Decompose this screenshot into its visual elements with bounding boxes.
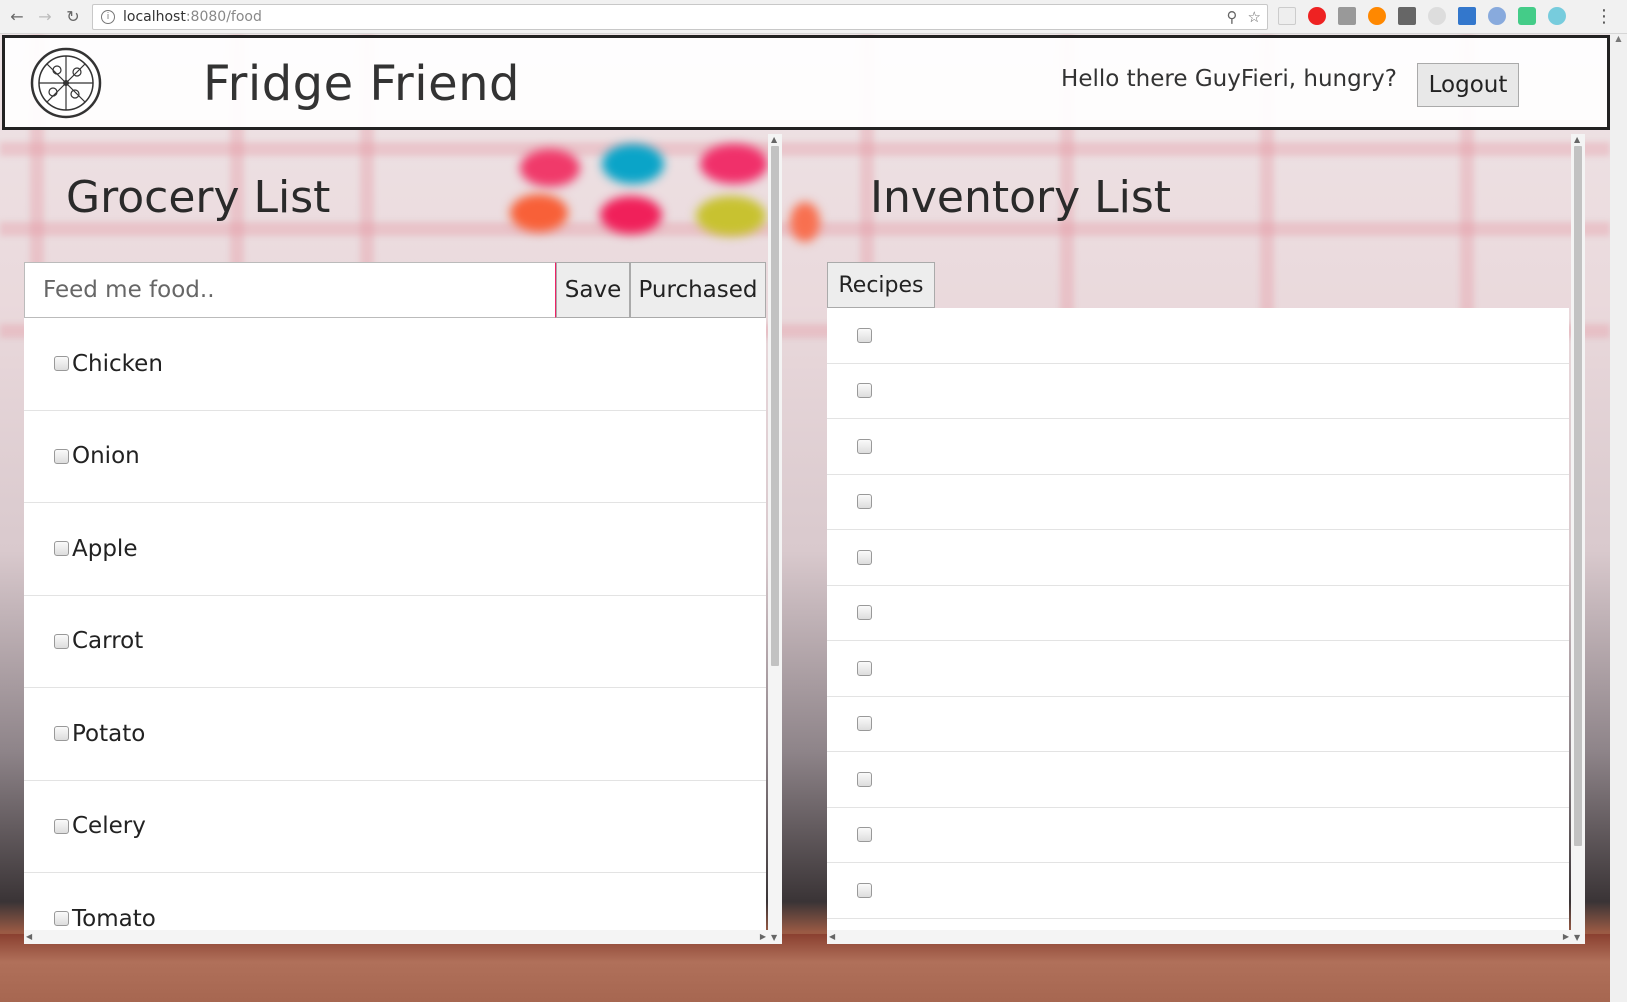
- recipes-button[interactable]: Recipes: [827, 262, 935, 308]
- extension-icons: [1278, 7, 1566, 25]
- inventory-list: [827, 308, 1569, 944]
- scrollbar-thumb[interactable]: [771, 146, 779, 666]
- extension-icon[interactable]: [1458, 7, 1476, 25]
- page-scrollbar[interactable]: ▲: [1610, 34, 1627, 1002]
- cast-icon[interactable]: [1338, 7, 1356, 25]
- inventory-item: [827, 863, 1569, 919]
- inventory-scrollbar[interactable]: ▲ ▼: [1571, 134, 1585, 944]
- reload-icon[interactable]: ↻: [62, 6, 84, 28]
- item-checkbox[interactable]: [857, 549, 872, 565]
- inventory-item: [827, 364, 1569, 419]
- grocery-item: Onion: [24, 411, 766, 503]
- grocery-item: Carrot: [24, 596, 766, 688]
- inventory-h-scrollbar[interactable]: ◀ ▶: [827, 930, 1571, 944]
- item-checkbox[interactable]: [54, 633, 69, 649]
- item-checkbox[interactable]: [857, 771, 872, 787]
- inventory-item: [827, 419, 1569, 475]
- inventory-item: [827, 808, 1569, 863]
- item-checkbox[interactable]: [857, 605, 872, 621]
- grocery-item: Chicken: [24, 318, 766, 411]
- scroll-up-icon[interactable]: ▲: [771, 135, 777, 144]
- item-label: Potato: [72, 720, 146, 747]
- scroll-down-icon[interactable]: ▼: [771, 933, 777, 942]
- grocery-title: Grocery List: [66, 172, 331, 223]
- grocery-panel: Grocery List Save Purchased Chicken Onion…: [0, 134, 782, 954]
- item-checkbox[interactable]: [54, 356, 69, 372]
- item-label: Apple: [72, 535, 138, 562]
- item-checkbox[interactable]: [857, 494, 872, 510]
- extension-icon[interactable]: [1368, 7, 1386, 25]
- item-label: Celery: [72, 813, 146, 840]
- url-path: :8080/food: [185, 9, 262, 25]
- extension-icon[interactable]: [1488, 7, 1506, 25]
- inventory-item: [827, 530, 1569, 586]
- item-checkbox[interactable]: [54, 448, 69, 464]
- inventory-item: [827, 697, 1569, 752]
- logout-button[interactable]: Logout: [1417, 63, 1519, 107]
- save-button[interactable]: Save: [556, 262, 630, 318]
- scroll-left-icon[interactable]: ◀: [26, 932, 32, 941]
- inventory-item: [827, 752, 1569, 808]
- info-icon[interactable]: i: [101, 10, 115, 24]
- item-checkbox[interactable]: [857, 660, 872, 676]
- forward-arrow-icon[interactable]: →: [34, 6, 56, 28]
- scroll-down-icon[interactable]: ▼: [1574, 933, 1580, 942]
- item-checkbox[interactable]: [857, 827, 872, 843]
- item-checkbox[interactable]: [857, 327, 872, 343]
- grocery-scrollbar[interactable]: ▲ ▼: [768, 134, 782, 944]
- item-checkbox[interactable]: [54, 818, 69, 834]
- item-checkbox[interactable]: [54, 541, 69, 557]
- food-input[interactable]: [24, 262, 556, 318]
- inventory-title: Inventory List: [870, 172, 1172, 223]
- grocery-item: Potato: [24, 688, 766, 781]
- item-checkbox[interactable]: [857, 716, 872, 732]
- item-checkbox[interactable]: [54, 726, 69, 742]
- extension-icon[interactable]: [1518, 7, 1536, 25]
- bookmark-star-icon[interactable]: ☆: [1248, 8, 1261, 26]
- url-host: localhost: [123, 9, 186, 25]
- grocery-item: Celery: [24, 781, 766, 873]
- grocery-item: Apple: [24, 503, 766, 596]
- inventory-item: [827, 308, 1569, 364]
- extension-icon[interactable]: [1548, 7, 1566, 25]
- grocery-h-scrollbar[interactable]: ◀ ▶: [24, 930, 768, 944]
- extension-icon[interactable]: [1308, 7, 1326, 25]
- inventory-item: [827, 586, 1569, 641]
- item-label: Onion: [72, 443, 140, 470]
- item-checkbox[interactable]: [54, 911, 69, 927]
- user-greeting: Hello there GuyFieri, hungry?: [1061, 66, 1397, 92]
- extension-icon[interactable]: [1278, 7, 1296, 25]
- extension-icon[interactable]: [1428, 7, 1446, 25]
- scrollbar-thumb[interactable]: [1574, 146, 1582, 846]
- scroll-up-icon[interactable]: ▲: [1610, 34, 1627, 43]
- extension-icon[interactable]: [1398, 7, 1416, 25]
- back-arrow-icon[interactable]: ←: [6, 6, 28, 28]
- item-checkbox[interactable]: [857, 438, 872, 454]
- app-header: Fridge Friend Hello there GuyFieri, hung…: [2, 35, 1610, 130]
- address-bar[interactable]: i localhost:8080/food ⚲ ☆: [92, 4, 1268, 30]
- scroll-right-icon[interactable]: ▶: [760, 932, 766, 941]
- browser-toolbar: ← → ↻ i localhost:8080/food ⚲ ☆ ⋮: [0, 0, 1627, 34]
- scroll-left-icon[interactable]: ◀: [829, 932, 835, 941]
- menu-kebab-icon[interactable]: ⋮: [1595, 6, 1613, 27]
- scroll-right-icon[interactable]: ▶: [1563, 932, 1569, 941]
- zoom-icon[interactable]: ⚲: [1227, 8, 1238, 26]
- app-title: Fridge Friend: [203, 56, 521, 112]
- item-label: Chicken: [72, 350, 163, 377]
- grocery-list: Chicken Onion Apple Carrot Potato Celery Tomat…: [24, 318, 766, 944]
- pizza-logo-icon: [30, 47, 102, 119]
- item-checkbox[interactable]: [857, 882, 872, 898]
- inventory-item: [827, 641, 1569, 697]
- inventory-item: [827, 475, 1569, 530]
- item-label: Carrot: [72, 628, 144, 655]
- scroll-up-icon[interactable]: ▲: [1574, 135, 1580, 144]
- item-label: Tomato: [72, 905, 156, 932]
- item-checkbox[interactable]: [857, 383, 872, 399]
- purchased-button[interactable]: Purchased: [630, 262, 766, 318]
- inventory-panel: Inventory List Recipes ▲ ▼ ◀ ▶: [782, 134, 1585, 954]
